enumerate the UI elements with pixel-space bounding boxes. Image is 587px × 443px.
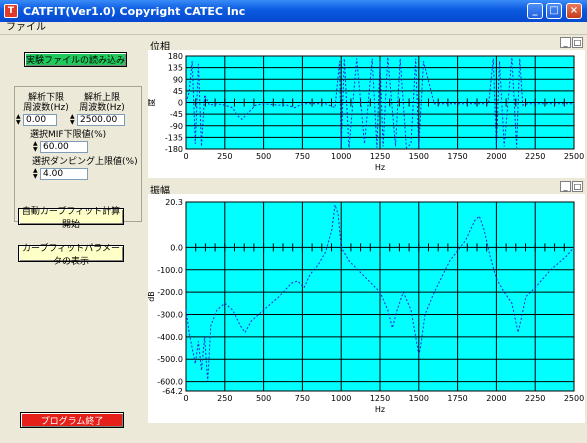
x-tick-label: 1000 (331, 152, 351, 161)
menu-bar: ファイル (0, 22, 587, 35)
x-axis-label: Hz (375, 405, 385, 414)
x-tick-label: 750 (295, 394, 310, 403)
window-title: CATFIT(Ver1.0) Copyright CATEC Inc (23, 4, 246, 18)
damping-label: 選択ダンピング上限値(%) (32, 157, 138, 167)
y-tick-label: -400.0 (157, 333, 183, 342)
spinner-arrows-icon[interactable]: ▲ ▼ (16, 114, 23, 126)
x-tick-label: 1000 (331, 394, 351, 403)
lower-freq-spinner[interactable]: ▲ ▼ 0.00 (16, 114, 57, 126)
x-tick-label: 750 (295, 152, 310, 161)
phase-chart: 0 250 500 750 1000 1250 1500 1750 2000 2250 2500 18… (146, 52, 584, 172)
x-tick-label: 2250 (525, 394, 545, 403)
x-tick-label: 1750 (447, 394, 467, 403)
panel-minimize-icon[interactable]: _ (560, 37, 571, 48)
x-tick-label: 2000 (486, 152, 506, 161)
x-tick-label: 250 (217, 394, 232, 403)
mif-spinner[interactable]: ▲ ▼ 60.00 (33, 141, 88, 153)
y-tick-label: 180 (168, 52, 183, 61)
y-tick-label: 0.0 (170, 243, 183, 252)
amp-chart: 0 250 500 750 1000 1250 1500 1750 2000 2250 2500 20… (147, 198, 584, 414)
damping-input[interactable]: 4.00 (40, 168, 88, 180)
spinner-arrows-icon[interactable]: ▲ ▼ (33, 141, 40, 153)
mif-label: 選択MIF下限値(%) (30, 130, 107, 140)
y-tick-label: -100.0 (157, 266, 183, 275)
y-tick-label: -64.2 (162, 387, 183, 396)
amp-panel-buttons: _ □ (559, 181, 583, 192)
y-tick-label: -600.0 (157, 378, 183, 387)
y-tick-label: 135 (168, 64, 183, 73)
auto-fit-start-button[interactable]: 自動カーブフィット計算開始 (18, 207, 124, 230)
x-tick-label: 1500 (409, 394, 429, 403)
x-tick-label: 1500 (409, 152, 429, 161)
y-tick-label: -135 (165, 133, 183, 142)
phase-chart-panel: 0 250 500 750 1000 1250 1500 1750 2000 2250 2500 18… (146, 50, 585, 178)
menu-file[interactable]: ファイル (6, 22, 46, 33)
lower-freq-label: 解析下限 周波数(Hz) (23, 93, 69, 113)
y-tick-label: -90 (170, 122, 183, 131)
y-axis-label: dB (148, 291, 156, 302)
y-axis-label: 度 (148, 99, 156, 107)
mif-input[interactable]: 60.00 (40, 141, 88, 153)
close-button[interactable]: × (566, 3, 582, 19)
y-tick-label: 90 (173, 75, 183, 84)
upper-freq-input[interactable]: 2500.00 (77, 114, 125, 126)
x-tick-label: 250 (217, 152, 232, 161)
x-axis-label: Hz (375, 163, 385, 172)
x-tick-label: 500 (256, 152, 271, 161)
y-tick-label: -200.0 (157, 288, 183, 297)
upper-freq-label: 解析上限 周波数(Hz) (79, 93, 125, 113)
x-tick-label: 500 (256, 394, 271, 403)
show-fit-params-button[interactable]: カーブフィットパラメータの表示 (18, 244, 124, 267)
phase-panel-buttons: _ □ (559, 37, 583, 48)
panel-maximize-icon[interactable]: □ (572, 37, 583, 48)
y-tick-label: -45 (170, 110, 183, 119)
y-tick-label: 0 (178, 99, 183, 108)
y-tick-label: -500.0 (157, 355, 183, 364)
load-experiment-file-button[interactable]: 実験ファイルの読み込み (24, 52, 127, 67)
y-tick-label: 45 (173, 87, 183, 96)
y-tick-label: 20.3 (165, 198, 183, 207)
x-tick-label: 0 (183, 152, 188, 161)
y-tick-label: -180 (165, 145, 183, 154)
damping-spinner[interactable]: ▲ ▼ 4.00 (33, 168, 88, 180)
x-tick-label: 1250 (370, 152, 390, 161)
exit-program-button[interactable]: プログラム終了 (20, 412, 124, 428)
client-area: 実験ファイルの読み込み 解析下限 周波数(Hz) 解析上限 周波数(Hz) ▲ ▼… (0, 35, 587, 443)
amp-chart-panel: 0 250 500 750 1000 1250 1500 1750 2000 2250 2500 20… (147, 194, 585, 423)
lower-freq-input[interactable]: 0.00 (23, 114, 57, 126)
panel-maximize-icon[interactable]: □ (572, 181, 583, 192)
x-tick-label: 2000 (486, 394, 506, 403)
x-tick-label: 1250 (370, 394, 390, 403)
x-tick-label: 2500 (564, 152, 584, 161)
x-tick-label: 2250 (525, 152, 545, 161)
spinner-arrows-icon[interactable]: ▲ ▼ (33, 168, 40, 180)
panel-minimize-icon[interactable]: _ (560, 181, 571, 192)
x-tick-label: 2500 (564, 394, 584, 403)
minimize-button[interactable]: _ (527, 3, 543, 19)
spinner-arrows-icon[interactable]: ▲ ▼ (70, 114, 77, 126)
title-bar: T CATFIT(Ver1.0) Copyright CATEC Inc _ □… (0, 0, 587, 22)
app-icon: T (4, 4, 18, 18)
upper-freq-spinner[interactable]: ▲ ▼ 2500.00 (70, 114, 125, 126)
maximize-button[interactable]: □ (546, 3, 562, 19)
x-tick-label: 1750 (447, 152, 467, 161)
x-tick-label: 0 (183, 394, 188, 403)
y-tick-label: -300.0 (157, 311, 183, 320)
